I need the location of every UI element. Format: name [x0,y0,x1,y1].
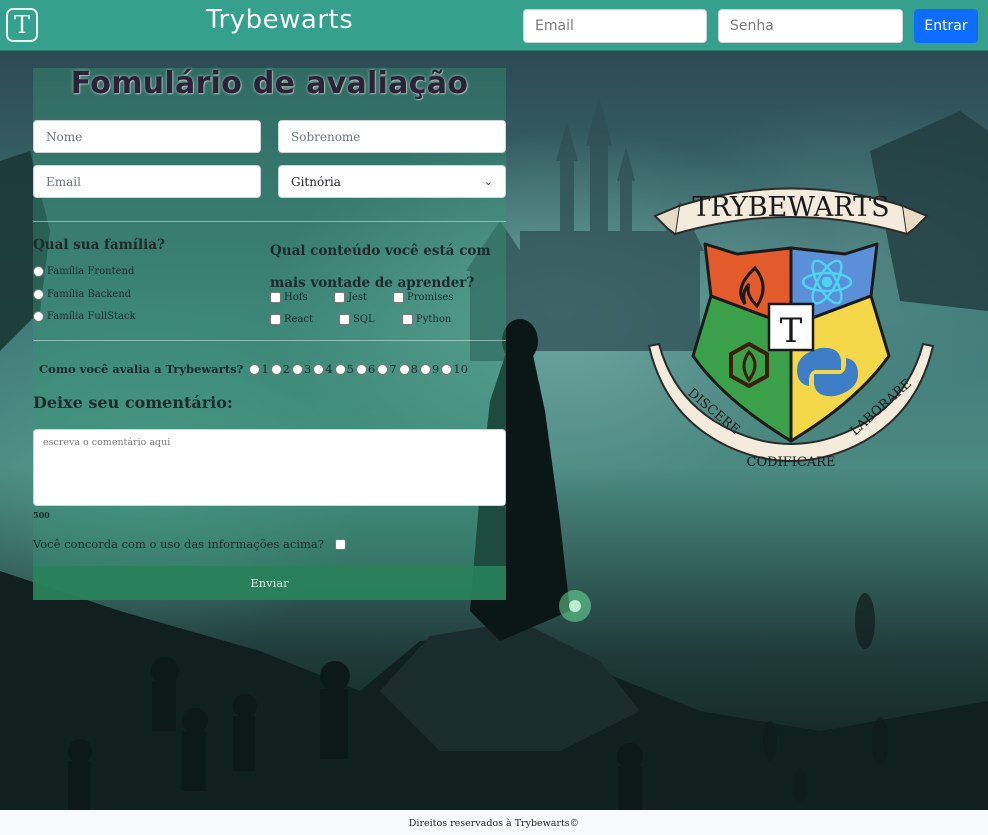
footer: Direitos reservados à Trybewarts© [0,810,988,835]
radio-button[interactable] [419,363,431,375]
agreement-checkbox[interactable] [334,538,346,550]
family-option-fullstack[interactable]: Família FullStack [33,311,136,322]
first-name-input[interactable] [33,120,261,153]
radio-button[interactable] [33,311,44,322]
rating-label: 6 [367,362,376,376]
login-password-input[interactable] [718,9,903,43]
rating-option-2[interactable]: 2 [270,362,290,376]
subject-label: Python [416,314,452,325]
radio-button[interactable] [313,363,325,375]
rating-option-5[interactable]: 5 [334,362,354,376]
checkbox[interactable] [339,314,350,325]
comment-label: Deixe seu comentário: [33,393,233,412]
rating-label: 3 [303,362,312,376]
last-name-input[interactable] [278,120,506,153]
top-navbar: T Trybewarts Entrar [0,0,988,51]
crest-banner-text: TRYBEWARTS [692,192,889,223]
rating-label: 7 [389,362,397,376]
motto-bottom: CODIFICARE [747,455,836,470]
subject-label: SQL [353,314,375,325]
subject-jest[interactable]: Jest [334,292,367,303]
radio-button[interactable] [270,363,282,375]
family-option-frontend[interactable]: Família Frontend [33,266,134,277]
subject-label: React [284,314,314,325]
subject-react[interactable]: React [270,314,313,325]
subject-promises[interactable]: Promises [393,292,453,303]
brand-title: Trybewarts [206,5,354,35]
agreement-label: Você concorda com o uso das informações … [33,537,324,551]
rating-option-4[interactable]: 4 [313,362,333,376]
subject-label: Promises [407,292,454,303]
subject-hofs[interactable]: Hofs [270,292,308,303]
trybewarts-logo: T [6,8,38,42]
rating-question: Como você avalia a Trybewarts? [39,362,244,376]
subject-sql[interactable]: SQL [339,314,375,325]
rating-group: Como você avalia a Trybewarts? 1 2 3 4 5… [39,362,470,376]
character-counter: 500 [33,510,50,520]
rating-label: 2 [282,362,290,376]
subject-label: Jest [348,292,368,303]
checkbox[interactable] [270,292,281,303]
rating-label: 5 [346,362,354,376]
rating-option-7[interactable]: 7 [377,362,397,376]
rating-option-8[interactable]: 8 [398,362,418,376]
family-question: Qual sua família? [33,237,165,253]
hexagon-icon [729,341,769,389]
family-option-label: Família Frontend [47,266,135,277]
radio-button[interactable] [291,363,303,375]
comment-textarea[interactable] [33,429,506,506]
radio-button[interactable] [334,363,346,375]
submit-button[interactable]: Enviar [33,566,506,600]
login-email-input[interactable] [523,9,707,43]
rating-option-3[interactable]: 3 [291,362,312,376]
radio-button[interactable] [249,363,261,375]
checkbox[interactable] [334,292,345,303]
radio-button[interactable] [441,363,453,375]
divider [33,221,506,222]
divider [33,340,506,341]
rating-option-1[interactable]: 1 [249,362,269,376]
family-option-label: Família Backend [47,289,132,300]
house-select[interactable]: Gitnória ⌄ [278,165,506,198]
family-option-backend[interactable]: Família Backend [33,289,131,300]
rating-label: 10 [453,362,468,376]
rating-option-10[interactable]: 10 [441,362,468,376]
rating-label: 9 [431,362,440,376]
radio-button[interactable] [33,289,44,300]
rating-label: 8 [410,362,418,376]
radio-button[interactable] [377,363,389,375]
content-question: Qual conteúdo você está com mais vontade… [270,243,491,291]
chevron-down-icon: ⌄ [483,175,493,188]
email-input[interactable] [33,165,261,198]
rating-option-9[interactable]: 9 [419,362,440,376]
checkbox[interactable] [270,314,281,325]
crest-center-letter: T [780,311,803,351]
footer-text: Direitos reservados à Trybewarts© [408,818,580,829]
subject-label: Hofs [284,292,308,303]
checkbox[interactable] [402,314,413,325]
rating-option-6[interactable]: 6 [355,362,376,376]
rating-label: 4 [325,362,333,376]
login-button[interactable]: Entrar [914,9,978,43]
trybewarts-crest-image: TRYBEWARTS T DISCERE CODIFICARE LABORARE [647,187,935,470]
rating-label: 1 [261,362,269,376]
radio-button[interactable] [33,266,44,277]
family-option-label: Família FullStack [47,311,136,322]
radio-button[interactable] [355,363,367,375]
subject-python[interactable]: Python [402,314,451,325]
form-title: Fomulário de avaliação [70,66,469,101]
agreement-row: Você concorda com o uso das informações … [33,537,349,551]
radio-button[interactable] [398,363,410,375]
house-select-value: Gitnória [291,174,341,189]
checkbox[interactable] [393,292,404,303]
